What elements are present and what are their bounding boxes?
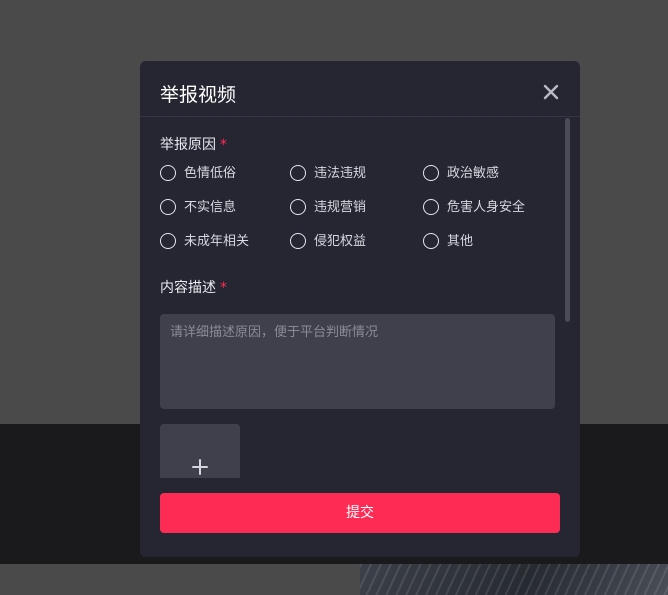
radio-circle-icon <box>423 199 439 215</box>
radio-circle-icon <box>290 165 306 181</box>
reason-label-text: 举报原因 <box>160 137 216 153</box>
close-button[interactable] <box>540 81 562 103</box>
radio-circle-icon <box>290 233 306 249</box>
radio-circle-icon <box>423 233 439 249</box>
reason-option-label: 违规营销 <box>314 200 367 215</box>
reason-option-label: 其他 <box>447 234 474 249</box>
description-placeholder: 请详细描述原因，便于平台判断情况 <box>170 325 379 340</box>
radio-circle-icon <box>423 165 439 181</box>
radio-circle-icon <box>160 199 176 215</box>
reason-option-label: 侵犯权益 <box>314 234 367 249</box>
reason-option-label: 不实信息 <box>184 200 237 215</box>
radio-circle-icon <box>160 233 176 249</box>
radio-circle-icon <box>160 165 176 181</box>
reason-option-label: 未成年相关 <box>184 234 250 249</box>
modal-title: 举报视频 <box>160 84 237 106</box>
reason-option-label: 危害人身安全 <box>447 200 526 215</box>
description-label: 内容描述 * <box>160 279 227 297</box>
radio-circle-icon <box>290 199 306 215</box>
reason-option-label: 色情低俗 <box>184 166 237 181</box>
submit-button[interactable]: 提交 <box>160 493 560 533</box>
reason-options: 色情低俗 违法违规 政治敏感 不实信息 违规营销 危害人身安全 未成年相关 侵犯… <box>160 164 560 264</box>
plus-icon <box>192 459 208 475</box>
background-thumbnail <box>360 564 668 595</box>
reason-option-label: 政治敏感 <box>447 166 500 181</box>
description-required-mark: * <box>220 280 227 296</box>
reason-option-label: 违法违规 <box>314 166 367 181</box>
description-textarea[interactable]: 请详细描述原因，便于平台判断情况 <box>160 314 555 409</box>
close-icon <box>543 84 559 100</box>
reason-label: 举报原因 * <box>160 136 227 154</box>
modal-header: 举报视频 <box>140 61 580 117</box>
report-video-modal: 举报视频 举报原因 * 色情低俗 违法违规 政治敏感 不实信息 违规营销 危害人… <box>140 61 580 557</box>
description-label-text: 内容描述 <box>160 280 216 296</box>
reason-required-mark: * <box>220 137 227 153</box>
modal-scrollbar[interactable] <box>565 118 570 322</box>
